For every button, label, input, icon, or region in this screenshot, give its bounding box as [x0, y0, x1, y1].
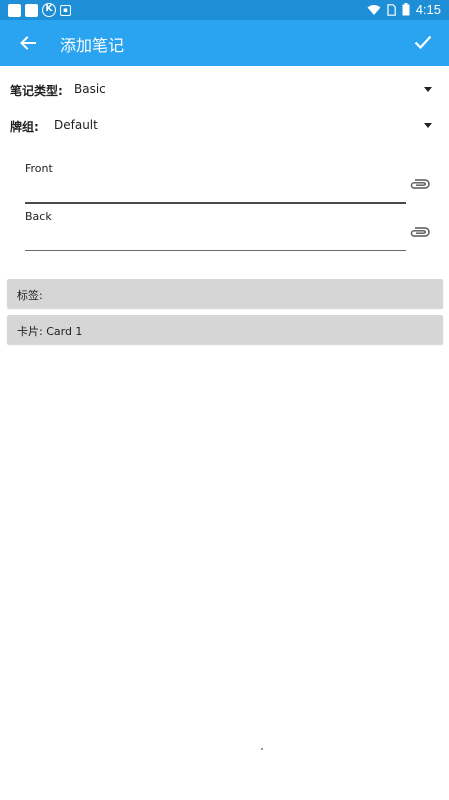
cards-button[interactable]: 卡片: Card 1 [7, 315, 443, 344]
paperclip-icon[interactable] [409, 225, 431, 239]
note-type-value[interactable]: Basic [74, 82, 106, 96]
check-icon[interactable] [411, 30, 435, 54]
deck-label: 牌组: [10, 120, 39, 134]
cards-label: 卡片: Card 1 [17, 325, 83, 338]
status-time: 4:15 [415, 2, 441, 17]
deck-value[interactable]: Default [54, 118, 98, 132]
sim-icon [387, 3, 396, 16]
battery-icon [402, 3, 410, 16]
page-title: 添加笔记 [60, 36, 125, 55]
dropdown-arrow-icon[interactable] [424, 87, 432, 92]
notification-square-icon [25, 3, 38, 17]
field-front-label: Front [25, 162, 53, 175]
wifi-icon [367, 4, 381, 15]
arrow-left-icon[interactable] [16, 31, 40, 55]
status-bar-system: 4:15 [367, 2, 441, 17]
field-back-label: Back [25, 210, 52, 223]
status-bar: K ▪ 4:15 [0, 0, 449, 20]
decorative-dot [261, 748, 263, 750]
status-bar-notifications: K ▪ [8, 3, 71, 17]
notification-square-icon [8, 3, 21, 17]
small-app-icon: ▪ [60, 4, 71, 16]
note-type-label: 笔记类型: [10, 84, 63, 98]
app-bar: 添加笔记 [0, 20, 449, 66]
circle-k-icon: K [42, 3, 56, 17]
field-front-underline [25, 202, 406, 204]
tags-label: 标签: [17, 289, 43, 302]
dropdown-arrow-icon[interactable] [424, 123, 432, 128]
paperclip-icon[interactable] [409, 177, 431, 191]
tags-button[interactable]: 标签: [7, 279, 443, 308]
field-back-underline [25, 250, 406, 251]
